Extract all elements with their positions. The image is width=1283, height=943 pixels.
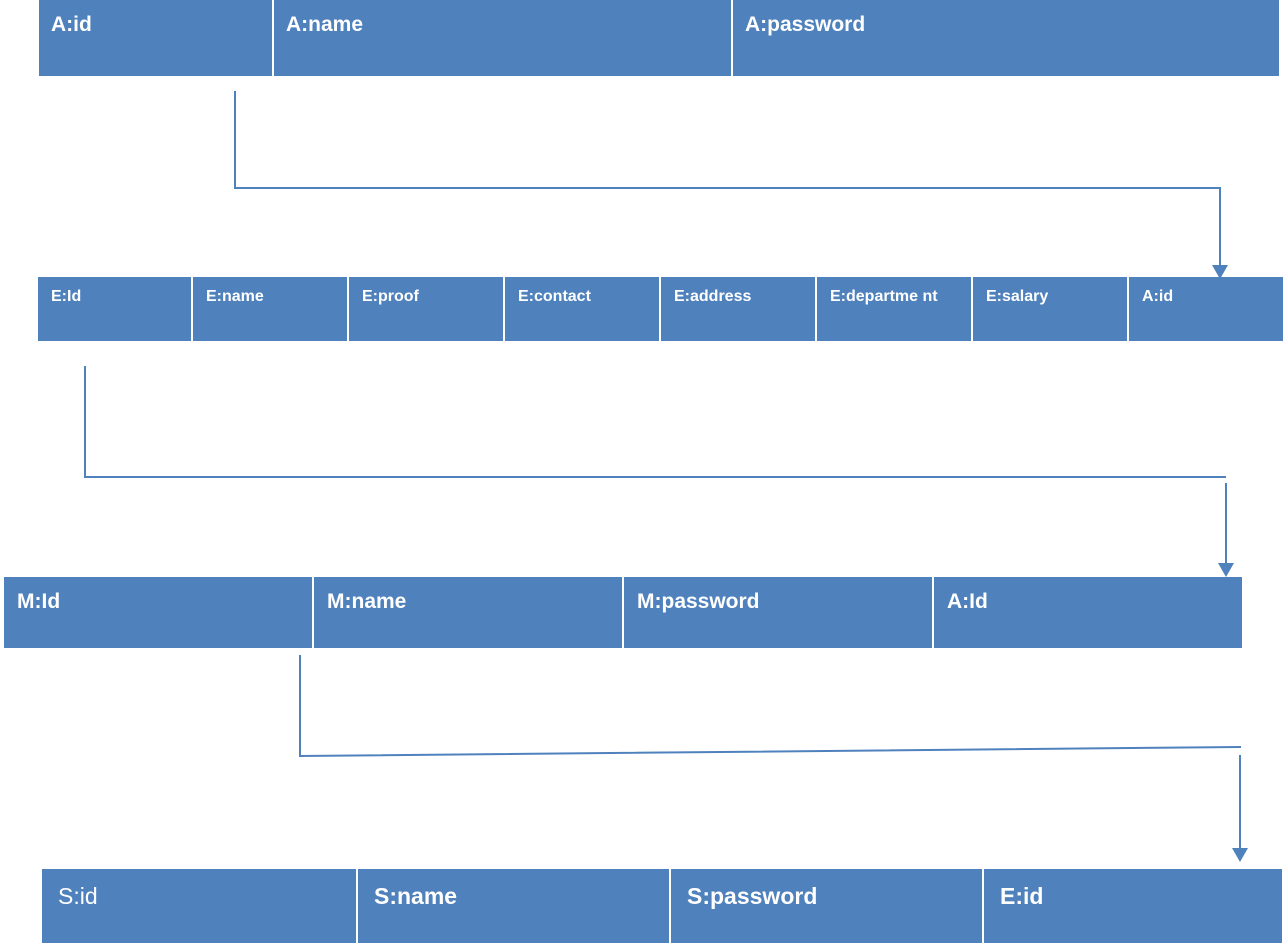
- manager-to-staff-connector: [299, 655, 1242, 758]
- manager-name-cell: M:name: [314, 577, 624, 648]
- staff-password-cell: S:password: [671, 869, 984, 943]
- employee-name-cell: E:name: [193, 277, 349, 341]
- admin-table: A:id A:name A:password: [39, 0, 1279, 76]
- manager-id-cell: M:Id: [4, 577, 314, 648]
- staff-table: S:id S:name S:password E:id: [42, 869, 1282, 943]
- employee-to-manager-connector: [84, 366, 1226, 478]
- employee-proof-cell: E:proof: [349, 277, 505, 341]
- employee-department-cell: E:departme nt: [817, 277, 973, 341]
- manager-table: M:Id M:name M:password A:Id: [4, 577, 1242, 648]
- employee-address-cell: E:address: [661, 277, 817, 341]
- staff-name-cell: S:name: [358, 869, 671, 943]
- staff-employee-id-cell: E:id: [984, 869, 1282, 943]
- manager-password-cell: M:password: [624, 577, 934, 648]
- employee-admin-id-cell: A:id: [1129, 277, 1283, 341]
- arrow-down-icon: [1232, 848, 1248, 862]
- admin-id-cell: A:id: [39, 0, 274, 76]
- employee-salary-cell: E:salary: [973, 277, 1129, 341]
- arrow-down-icon: [1218, 563, 1234, 577]
- admin-to-employee-connector: [234, 91, 1221, 265]
- manager-admin-id-cell: A:Id: [934, 577, 1242, 648]
- relationship-connectors: [84, 91, 1248, 862]
- employee-table: E:Id E:name E:proof E:contact E:address …: [38, 277, 1283, 341]
- admin-name-cell: A:name: [274, 0, 733, 76]
- employee-contact-cell: E:contact: [505, 277, 661, 341]
- admin-password-cell: A:password: [733, 0, 1279, 76]
- staff-id-cell: S:id: [42, 869, 358, 943]
- employee-id-cell: E:Id: [38, 277, 193, 341]
